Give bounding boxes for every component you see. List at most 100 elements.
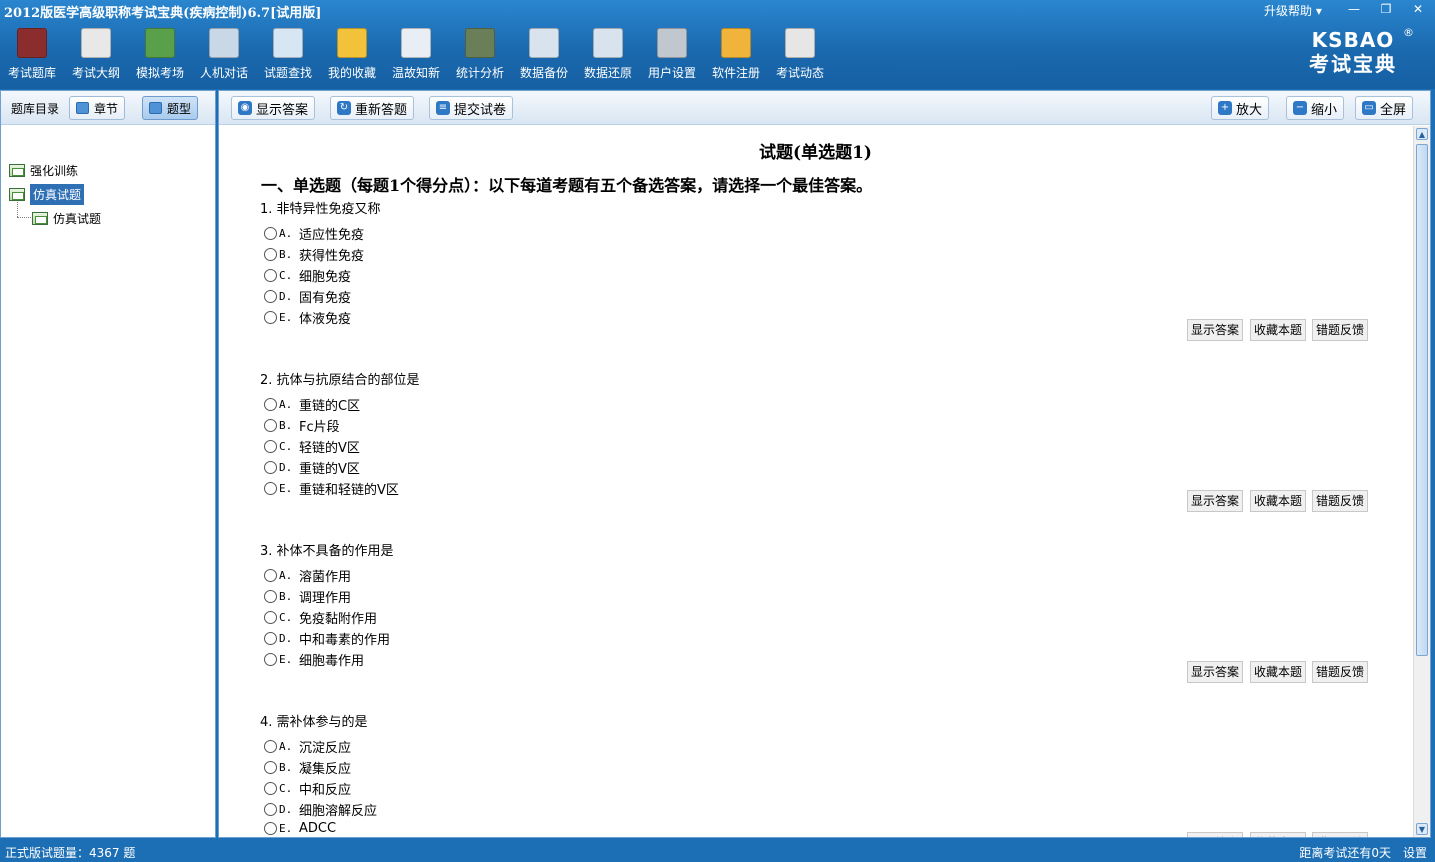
option-letter: E. <box>279 653 293 666</box>
question-show-answer-button[interactable]: 显示答案 <box>1187 832 1244 837</box>
radio-button[interactable] <box>264 653 277 666</box>
answer-option[interactable]: E. 重链和轻链的V区 <box>264 479 399 498</box>
restart-label: 重新答题 <box>355 102 408 118</box>
submit-button[interactable]: ≡ 提交试卷 <box>429 96 514 120</box>
answer-option[interactable]: E. 体液免疫 <box>264 308 351 327</box>
option-text: 细胞免疫 <box>299 270 352 285</box>
show-answer-button[interactable]: ◉ 显示答案 <box>231 96 316 120</box>
option-text: 轻链的V区 <box>299 441 360 456</box>
answer-option[interactable]: A. 重链的C区 <box>264 395 360 414</box>
person-dialog-icon <box>209 28 239 58</box>
answer-option[interactable]: E. 细胞毒作用 <box>264 650 364 669</box>
upgrade-help-menu[interactable]: 升级帮助 ▾ <box>1264 2 1322 19</box>
radio-button[interactable] <box>264 248 277 261</box>
option-letter: D. <box>279 290 293 303</box>
toolbar-button[interactable]: 试题查找 <box>256 24 320 82</box>
main-toolbar: 考试题库 考试大纲 模拟考场 人机对话 试题查找 我的收藏 温故知新 统计分析 数据备份 数据还原… <box>0 24 832 84</box>
tree-item-intensive[interactable]: 强化训练 <box>9 162 78 179</box>
minimize-button[interactable]: — <box>1343 1 1365 17</box>
tab-chapter[interactable]: 章节 <box>69 96 126 120</box>
toolbar-button[interactable]: 模拟考场 <box>128 24 192 82</box>
radio-button[interactable] <box>264 269 277 282</box>
radio-button[interactable] <box>264 311 277 324</box>
radio-button[interactable] <box>264 782 277 795</box>
zoom-in-button[interactable]: + 放大 <box>1211 96 1270 120</box>
toolbar-button[interactable]: 人机对话 <box>192 24 256 82</box>
radio-button[interactable] <box>264 419 277 432</box>
answer-option[interactable]: C. 细胞免疫 <box>264 266 351 285</box>
answer-option[interactable]: C. 免疫黏附作用 <box>264 608 377 627</box>
restart-button[interactable]: ↻ 重新答题 <box>330 96 415 120</box>
answer-option[interactable]: C. 中和反应 <box>264 779 351 798</box>
radio-button[interactable] <box>264 290 277 303</box>
radio-button[interactable] <box>264 569 277 582</box>
tree-item-simulation[interactable]: 仿真试题 <box>9 184 85 205</box>
radio-button[interactable] <box>264 440 277 453</box>
answer-option[interactable]: D. 固有免疫 <box>264 287 351 306</box>
answer-option[interactable]: A. 沉淀反应 <box>264 737 351 756</box>
toolbar-button[interactable]: 温故知新 <box>384 24 448 82</box>
toolbar-button-label: 温故知新 <box>391 66 440 80</box>
scroll-up-icon[interactable]: ▲ <box>1416 128 1428 140</box>
toolbar-button[interactable]: 软件注册 <box>704 24 768 82</box>
radio-button[interactable] <box>264 398 277 411</box>
toolbar-button[interactable]: 统计分析 <box>448 24 512 82</box>
toolbar-button-label: 统计分析 <box>455 66 504 80</box>
question-favorite-button[interactable]: 收藏本题 <box>1250 832 1307 837</box>
close-button[interactable]: ✕ <box>1407 1 1429 17</box>
zoom-out-button[interactable]: − 缩小 <box>1286 96 1345 120</box>
question-show-answer-button[interactable]: 显示答案 <box>1187 661 1244 683</box>
answer-option[interactable]: E. ADCC <box>264 821 336 836</box>
answer-option[interactable]: A. 适应性免疫 <box>264 224 364 243</box>
radio-button[interactable] <box>264 461 277 474</box>
scroll-thumb[interactable] <box>1416 144 1428 656</box>
question-favorite-button[interactable]: 收藏本题 <box>1250 661 1307 683</box>
question-feedback-button[interactable]: 错题反馈 <box>1312 832 1369 837</box>
question-stem: 3. 补体不具备的作用是 <box>260 544 394 559</box>
radio-button[interactable] <box>264 632 277 645</box>
tree-item-simulation-child[interactable]: 仿真试题 <box>32 210 101 227</box>
answer-option[interactable]: D. 中和毒素的作用 <box>264 629 390 648</box>
radio-button[interactable] <box>264 590 277 603</box>
radio-button[interactable] <box>264 822 277 835</box>
answer-option[interactable]: D. 重链的V区 <box>264 458 360 477</box>
restore-button[interactable]: ❐ <box>1375 1 1397 17</box>
question-count: 正式版试题量：4367 题 <box>5 846 136 860</box>
toolbar-button-label: 考试大纲 <box>71 66 120 80</box>
answer-option[interactable]: C. 轻链的V区 <box>264 437 360 456</box>
radio-button[interactable] <box>264 227 277 240</box>
answer-option[interactable]: A. 溶菌作用 <box>264 566 351 585</box>
settings-link[interactable]: 设置 <box>1403 844 1427 861</box>
toolbar-button[interactable]: 我的收藏 <box>320 24 384 82</box>
toolbar-button[interactable]: 数据备份 <box>512 24 576 82</box>
toolbar-button[interactable]: 用户设置 <box>640 24 704 82</box>
scroll-down-icon[interactable]: ▼ <box>1416 823 1428 835</box>
radio-button[interactable] <box>264 803 277 816</box>
radio-button[interactable] <box>264 611 277 624</box>
answer-option[interactable]: B. 凝集反应 <box>264 758 351 777</box>
brand-reg: ® <box>1403 26 1414 39</box>
question-favorite-button[interactable]: 收藏本题 <box>1250 490 1307 512</box>
question-show-answer-button[interactable]: 显示答案 <box>1187 490 1244 512</box>
radio-button[interactable] <box>264 740 277 753</box>
question-favorite-button[interactable]: 收藏本题 <box>1250 319 1307 341</box>
answer-option[interactable]: B. Fc片段 <box>264 416 340 435</box>
question-feedback-button[interactable]: 错题反馈 <box>1312 490 1369 512</box>
radio-button[interactable] <box>264 482 277 495</box>
show-answer-label: 显示答案 <box>256 102 309 118</box>
fullscreen-button[interactable]: ▭ 全屏 <box>1355 96 1414 120</box>
toolbar-button[interactable]: 考试题库 <box>0 24 64 82</box>
answer-option[interactable]: D. 细胞溶解反应 <box>264 800 377 819</box>
answer-option[interactable]: B. 调理作用 <box>264 587 351 606</box>
answer-option[interactable]: B. 获得性免疫 <box>264 245 364 264</box>
radio-button[interactable] <box>264 761 277 774</box>
vertical-scrollbar[interactable]: ▲ ▼ <box>1413 126 1430 837</box>
toolbar-button[interactable]: 考试动态 <box>768 24 832 82</box>
tab-question-type[interactable]: 题型 <box>142 96 199 120</box>
question-feedback-button[interactable]: 错题反馈 <box>1312 319 1369 341</box>
toolbar-button[interactable]: 数据还原 <box>576 24 640 82</box>
toolbar-button[interactable]: 考试大纲 <box>64 24 128 82</box>
question-feedback-button[interactable]: 错题反馈 <box>1312 661 1369 683</box>
question-show-answer-button[interactable]: 显示答案 <box>1187 319 1244 341</box>
option-text: 细胞毒作用 <box>299 654 365 669</box>
